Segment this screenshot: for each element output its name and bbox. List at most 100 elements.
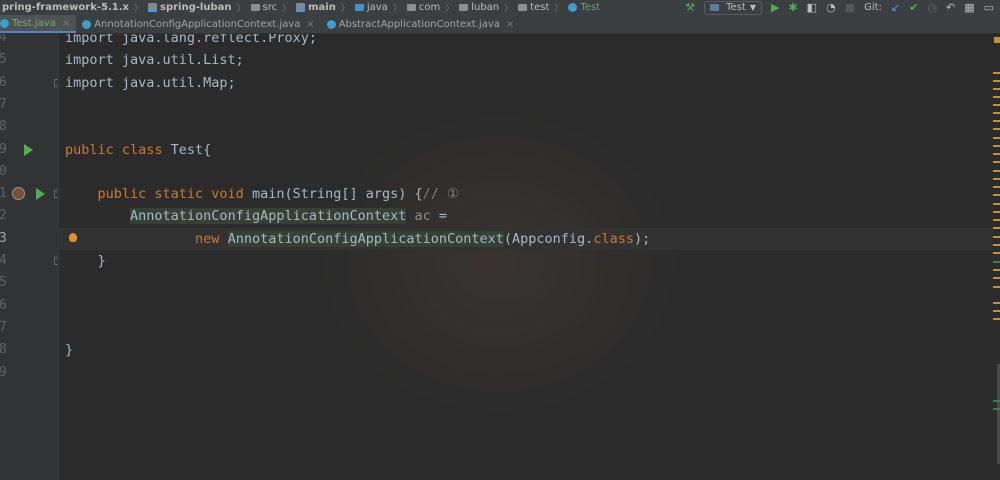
line-number-text: 5: [0, 272, 7, 294]
warning-marker[interactable]: [993, 153, 1000, 155]
chevron-right-icon: 〉: [445, 4, 455, 14]
line-number: 8: [0, 339, 58, 361]
warning-marker[interactable]: [993, 261, 1000, 263]
code-line: public static void main(String[] args) {…: [65, 183, 993, 205]
code-token: public class: [65, 141, 171, 158]
run-configuration-select[interactable]: Test ▼: [704, 0, 762, 15]
breadcrumb-label: com: [418, 2, 441, 13]
history-icon[interactable]: ◷: [927, 2, 937, 13]
tab-annotationconfigapplicationcontext-java[interactable]: AnnotationConfigApplicationContext.java ×: [76, 15, 321, 33]
line-number: 4: [0, 250, 58, 272]
line-number-text: 8: [0, 116, 7, 138]
coverage-icon[interactable]: ◧: [807, 2, 817, 13]
code-token: =: [430, 208, 448, 225]
run-icon[interactable]: ▶: [771, 2, 779, 13]
warning-marker[interactable]: [993, 244, 1000, 246]
line-number: 3: [0, 228, 58, 250]
breadcrumb-item[interactable]: luban: [457, 2, 501, 13]
package-icon: [406, 4, 416, 11]
tab-test-java[interactable]: Test.java ×: [0, 15, 77, 33]
breadcrumb-label: java: [366, 2, 388, 13]
breadcrumb-item[interactable]: pring-framework-5.1.x: [0, 2, 131, 13]
line-number: 0: [0, 161, 58, 183]
warning-marker[interactable]: [993, 227, 1000, 229]
terminal-icon[interactable]: ▭: [984, 2, 994, 13]
warning-status-icon[interactable]: [994, 37, 1000, 43]
warning-marker[interactable]: [993, 286, 1000, 288]
tab-label: AbstractApplicationContext.java: [338, 18, 500, 30]
warning-marker[interactable]: [993, 252, 1000, 254]
code-token: }: [65, 342, 74, 359]
close-icon[interactable]: ×: [306, 19, 314, 30]
warning-marker[interactable]: [993, 80, 1000, 82]
code-editor[interactable]: import java.lang.reflect.Proxy; import ja…: [59, 34, 993, 480]
change-marker[interactable]: [993, 408, 1000, 410]
gutter: 4567890123456789: [0, 34, 59, 480]
warning-marker[interactable]: [993, 186, 1000, 188]
warning-marker[interactable]: [993, 104, 1000, 106]
code-line: }: [65, 250, 993, 272]
class-file-icon: [0, 18, 9, 28]
implements-method-icon[interactable]: [12, 187, 25, 201]
warning-marker[interactable]: [993, 120, 1000, 122]
tab-label: Test.java: [12, 17, 56, 29]
breadcrumb-item[interactable]: spring-luban: [146, 2, 233, 13]
warning-marker[interactable]: [993, 137, 1000, 139]
line-number: 9: [0, 362, 58, 384]
warning-marker[interactable]: [993, 203, 1000, 205]
project-structure-icon[interactable]: ▦: [964, 2, 974, 13]
warning-marker[interactable]: [993, 302, 1000, 304]
warning-marker[interactable]: [993, 72, 1000, 74]
config-icon: [710, 4, 720, 11]
warning-marker[interactable]: [993, 178, 1000, 180]
folder-icon: [250, 4, 260, 11]
run-gutter-icon[interactable]: [24, 143, 33, 156]
module-folder-icon: [296, 3, 306, 12]
code-line: AnnotationConfigApplicationContext ac =: [65, 205, 993, 227]
warning-marker[interactable]: [993, 194, 1000, 196]
line-number-text: 9: [0, 362, 7, 384]
warning-marker[interactable]: [993, 236, 1000, 238]
breadcrumb-item[interactable]: main: [294, 2, 338, 13]
git-update-icon[interactable]: ↙: [891, 2, 900, 13]
profile-icon[interactable]: ◔: [826, 2, 836, 13]
class-file-icon: [82, 19, 92, 29]
code-token: public static void: [65, 186, 252, 203]
warning-marker[interactable]: [993, 88, 1000, 90]
warning-marker[interactable]: [993, 219, 1000, 221]
line-number-text: 1: [0, 183, 7, 205]
change-marker[interactable]: [993, 400, 1000, 402]
warning-marker[interactable]: [993, 161, 1000, 163]
intention-bulb-icon[interactable]: [69, 232, 77, 242]
breadcrumb-item[interactable]: Test: [566, 2, 602, 13]
warning-marker[interactable]: [993, 269, 1000, 271]
warning-marker[interactable]: [993, 310, 1000, 312]
line-number: 8: [0, 116, 58, 138]
run-gutter-icon[interactable]: [36, 188, 45, 201]
breadcrumb-item[interactable]: test: [516, 2, 551, 13]
warning-marker[interactable]: [993, 96, 1000, 98]
warning-marker[interactable]: [993, 318, 1000, 320]
warning-marker[interactable]: [993, 211, 1000, 213]
close-icon[interactable]: ×: [62, 18, 70, 29]
warning-marker[interactable]: [993, 145, 1000, 147]
git-commit-icon[interactable]: ✔: [909, 2, 918, 13]
tab-abstractapplicationcontext-java[interactable]: AbstractApplicationContext.java ×: [321, 15, 521, 33]
stop-icon[interactable]: ■: [845, 2, 855, 13]
warning-marker[interactable]: [993, 112, 1000, 114]
error-stripe[interactable]: [993, 34, 1000, 480]
breadcrumb-item[interactable]: java: [353, 2, 390, 13]
warning-marker[interactable]: [993, 128, 1000, 130]
breadcrumb-item[interactable]: src: [249, 2, 280, 13]
breadcrumb-item[interactable]: com: [405, 2, 442, 13]
close-icon[interactable]: ×: [506, 19, 514, 30]
line-number-text: 7: [0, 317, 7, 339]
revert-icon[interactable]: ↶: [946, 2, 955, 13]
build-hammer-icon[interactable]: ⚒: [685, 2, 695, 13]
line-number: 6: [0, 295, 58, 317]
warning-marker[interactable]: [993, 277, 1000, 279]
debug-icon[interactable]: ✱: [788, 2, 797, 13]
warning-marker[interactable]: [993, 170, 1000, 172]
line-number-text: 7: [0, 94, 7, 116]
